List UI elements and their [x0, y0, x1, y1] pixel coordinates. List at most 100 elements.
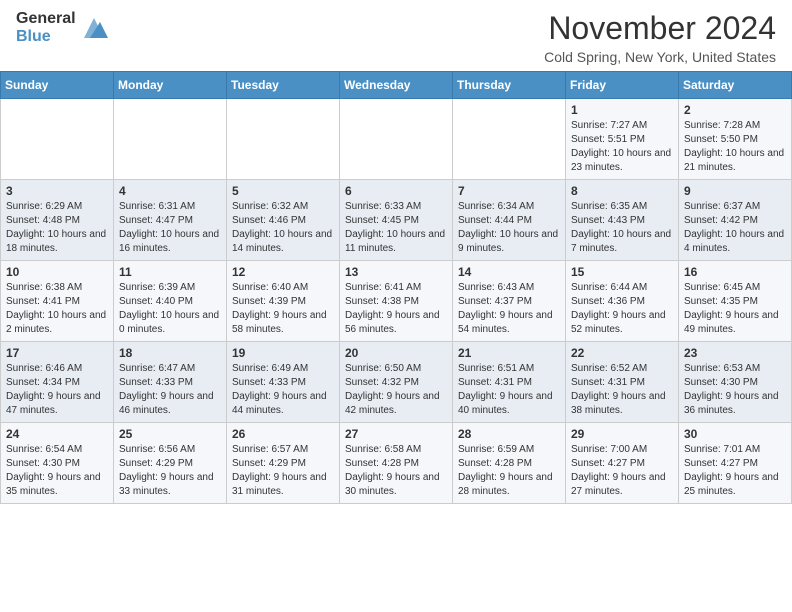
day-number: 6	[345, 184, 447, 198]
weekday-monday: Monday	[114, 72, 227, 99]
day-number: 12	[232, 265, 334, 279]
day-info: Sunrise: 6:59 AM Sunset: 4:28 PM Dayligh…	[458, 443, 560, 499]
calendar-cell: 3 Sunrise: 6:29 AM Sunset: 4:48 PM Daylig…	[1, 180, 114, 261]
day-info: Sunrise: 6:37 AM Sunset: 4:42 PM Dayligh…	[684, 200, 786, 256]
day-number: 23	[684, 346, 786, 360]
calendar-cell: 2 Sunrise: 7:28 AM Sunset: 5:50 PM Daylig…	[679, 99, 792, 180]
logo-general: General	[16, 10, 76, 28]
day-info: Sunrise: 6:35 AM Sunset: 4:43 PM Dayligh…	[571, 200, 673, 256]
week-row-4: 17 Sunrise: 6:46 AM Sunset: 4:34 PM Dayli…	[1, 342, 792, 423]
logo-icon	[80, 14, 108, 42]
day-info: Sunrise: 6:33 AM Sunset: 4:45 PM Dayligh…	[345, 200, 447, 256]
day-info: Sunrise: 6:41 AM Sunset: 4:38 PM Dayligh…	[345, 281, 447, 337]
month-title: November 2024	[544, 10, 776, 47]
day-info: Sunrise: 6:34 AM Sunset: 4:44 PM Dayligh…	[458, 200, 560, 256]
calendar-cell: 14 Sunrise: 6:43 AM Sunset: 4:37 PM Dayli…	[453, 261, 566, 342]
weekday-wednesday: Wednesday	[340, 72, 453, 99]
calendar-cell: 25 Sunrise: 6:56 AM Sunset: 4:29 PM Dayli…	[114, 423, 227, 504]
calendar-cell: 11Sunrise: 6:39 AM Sunset: 4:40 PM Dayli…	[114, 261, 227, 342]
calendar-cell: 18 Sunrise: 6:47 AM Sunset: 4:33 PM Dayli…	[114, 342, 227, 423]
calendar-cell: 6 Sunrise: 6:33 AM Sunset: 4:45 PM Daylig…	[340, 180, 453, 261]
day-info: Sunrise: 7:28 AM Sunset: 5:50 PM Dayligh…	[684, 119, 786, 175]
day-info: Sunrise: 6:51 AM Sunset: 4:31 PM Dayligh…	[458, 362, 560, 418]
day-info: Sunrise: 6:54 AM Sunset: 4:30 PM Dayligh…	[6, 443, 108, 499]
calendar-cell	[453, 99, 566, 180]
calendar-cell: 8 Sunrise: 6:35 AM Sunset: 4:43 PM Daylig…	[566, 180, 679, 261]
day-number: 15	[571, 265, 673, 279]
day-info: Sunrise: 6:44 AM Sunset: 4:36 PM Dayligh…	[571, 281, 673, 337]
weekday-friday: Friday	[566, 72, 679, 99]
day-info: Sunrise: 6:46 AM Sunset: 4:34 PM Dayligh…	[6, 362, 108, 418]
day-info: Sunrise: 6:58 AM Sunset: 4:28 PM Dayligh…	[345, 443, 447, 499]
week-row-2: 3 Sunrise: 6:29 AM Sunset: 4:48 PM Daylig…	[1, 180, 792, 261]
page-header: General Blue November 2024 Cold Spring, …	[0, 0, 792, 71]
calendar-cell: 4 Sunrise: 6:31 AM Sunset: 4:47 PM Daylig…	[114, 180, 227, 261]
day-number: 22	[571, 346, 673, 360]
calendar-cell: 22Sunrise: 6:52 AM Sunset: 4:31 PM Dayli…	[566, 342, 679, 423]
day-info: Sunrise: 7:00 AM Sunset: 4:27 PM Dayligh…	[571, 443, 673, 499]
weekday-tuesday: Tuesday	[227, 72, 340, 99]
calendar-cell: 19 Sunrise: 6:49 AM Sunset: 4:33 PM Dayli…	[227, 342, 340, 423]
day-number: 10	[6, 265, 108, 279]
calendar-cell: 27 Sunrise: 6:58 AM Sunset: 4:28 PM Dayli…	[340, 423, 453, 504]
calendar-header: SundayMondayTuesdayWednesdayThursdayFrid…	[1, 72, 792, 99]
week-row-3: 10 Sunrise: 6:38 AM Sunset: 4:41 PM Dayli…	[1, 261, 792, 342]
calendar-cell: 5Sunrise: 6:32 AM Sunset: 4:46 PM Daylig…	[227, 180, 340, 261]
calendar-cell	[227, 99, 340, 180]
calendar-body: 1Sunrise: 7:27 AM Sunset: 5:51 PM Daylig…	[1, 99, 792, 504]
weekday-sunday: Sunday	[1, 72, 114, 99]
day-number: 20	[345, 346, 447, 360]
day-info: Sunrise: 6:56 AM Sunset: 4:29 PM Dayligh…	[119, 443, 221, 499]
weekday-thursday: Thursday	[453, 72, 566, 99]
calendar-cell	[340, 99, 453, 180]
day-number: 24	[6, 427, 108, 441]
day-number: 27	[345, 427, 447, 441]
day-number: 5	[232, 184, 334, 198]
day-number: 2	[684, 103, 786, 117]
title-block: November 2024 Cold Spring, New York, Uni…	[544, 10, 776, 65]
weekday-saturday: Saturday	[679, 72, 792, 99]
location: Cold Spring, New York, United States	[544, 49, 776, 65]
day-number: 3	[6, 184, 108, 198]
calendar-cell: 7 Sunrise: 6:34 AM Sunset: 4:44 PM Daylig…	[453, 180, 566, 261]
calendar-cell: 17 Sunrise: 6:46 AM Sunset: 4:34 PM Dayli…	[1, 342, 114, 423]
day-info: Sunrise: 6:47 AM Sunset: 4:33 PM Dayligh…	[119, 362, 221, 418]
day-info: Sunrise: 6:43 AM Sunset: 4:37 PM Dayligh…	[458, 281, 560, 337]
calendar-cell: 13 Sunrise: 6:41 AM Sunset: 4:38 PM Dayli…	[340, 261, 453, 342]
day-info: Sunrise: 6:57 AM Sunset: 4:29 PM Dayligh…	[232, 443, 334, 499]
day-number: 19	[232, 346, 334, 360]
calendar-cell: 29Sunrise: 7:00 AM Sunset: 4:27 PM Dayli…	[566, 423, 679, 504]
day-number: 7	[458, 184, 560, 198]
day-number: 25	[119, 427, 221, 441]
day-number: 13	[345, 265, 447, 279]
day-number: 26	[232, 427, 334, 441]
day-number: 17	[6, 346, 108, 360]
calendar-cell: 15 Sunrise: 6:44 AM Sunset: 4:36 PM Dayli…	[566, 261, 679, 342]
day-info: Sunrise: 6:49 AM Sunset: 4:33 PM Dayligh…	[232, 362, 334, 418]
day-info: Sunrise: 6:29 AM Sunset: 4:48 PM Dayligh…	[6, 200, 108, 256]
calendar-cell: 10 Sunrise: 6:38 AM Sunset: 4:41 PM Dayli…	[1, 261, 114, 342]
day-number: 30	[684, 427, 786, 441]
calendar-cell	[114, 99, 227, 180]
day-info: Sunrise: 6:38 AM Sunset: 4:41 PM Dayligh…	[6, 281, 108, 337]
weekday-header-row: SundayMondayTuesdayWednesdayThursdayFrid…	[1, 72, 792, 99]
calendar-cell: 9Sunrise: 6:37 AM Sunset: 4:42 PM Daylig…	[679, 180, 792, 261]
day-number: 18	[119, 346, 221, 360]
week-row-5: 24 Sunrise: 6:54 AM Sunset: 4:30 PM Dayli…	[1, 423, 792, 504]
day-number: 1	[571, 103, 673, 117]
day-number: 8	[571, 184, 673, 198]
calendar-cell: 12Sunrise: 6:40 AM Sunset: 4:39 PM Dayli…	[227, 261, 340, 342]
day-number: 14	[458, 265, 560, 279]
day-info: Sunrise: 6:31 AM Sunset: 4:47 PM Dayligh…	[119, 200, 221, 256]
week-row-1: 1Sunrise: 7:27 AM Sunset: 5:51 PM Daylig…	[1, 99, 792, 180]
day-info: Sunrise: 6:50 AM Sunset: 4:32 PM Dayligh…	[345, 362, 447, 418]
day-number: 4	[119, 184, 221, 198]
calendar-cell: 28Sunrise: 6:59 AM Sunset: 4:28 PM Dayli…	[453, 423, 566, 504]
day-info: Sunrise: 6:45 AM Sunset: 4:35 PM Dayligh…	[684, 281, 786, 337]
day-number: 16	[684, 265, 786, 279]
calendar-cell: 1Sunrise: 7:27 AM Sunset: 5:51 PM Daylig…	[566, 99, 679, 180]
calendar-cell: 16 Sunrise: 6:45 AM Sunset: 4:35 PM Dayli…	[679, 261, 792, 342]
day-number: 21	[458, 346, 560, 360]
day-number: 11	[119, 265, 221, 279]
calendar-cell	[1, 99, 114, 180]
